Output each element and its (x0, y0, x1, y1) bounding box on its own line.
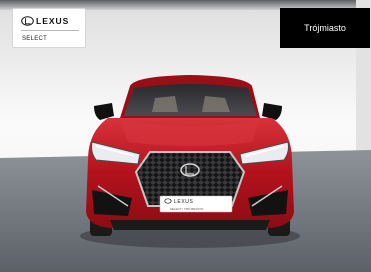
plate-sub: SELECT | TRÓJMIASTO (170, 206, 204, 211)
lexus-wordmark: LEXUS (36, 16, 69, 26)
lower-lip (110, 220, 270, 230)
windshield (124, 84, 257, 116)
plate-brand: LEXUS (174, 199, 193, 205)
lexus-logo-icon: LEXUS (21, 16, 69, 26)
lexus-select-logo-card[interactable]: LEXUS SELECT (12, 8, 86, 48)
select-label: SELECT (22, 36, 48, 42)
location-badge[interactable]: Trójmiasto (280, 8, 370, 48)
logo-divider (21, 30, 79, 31)
